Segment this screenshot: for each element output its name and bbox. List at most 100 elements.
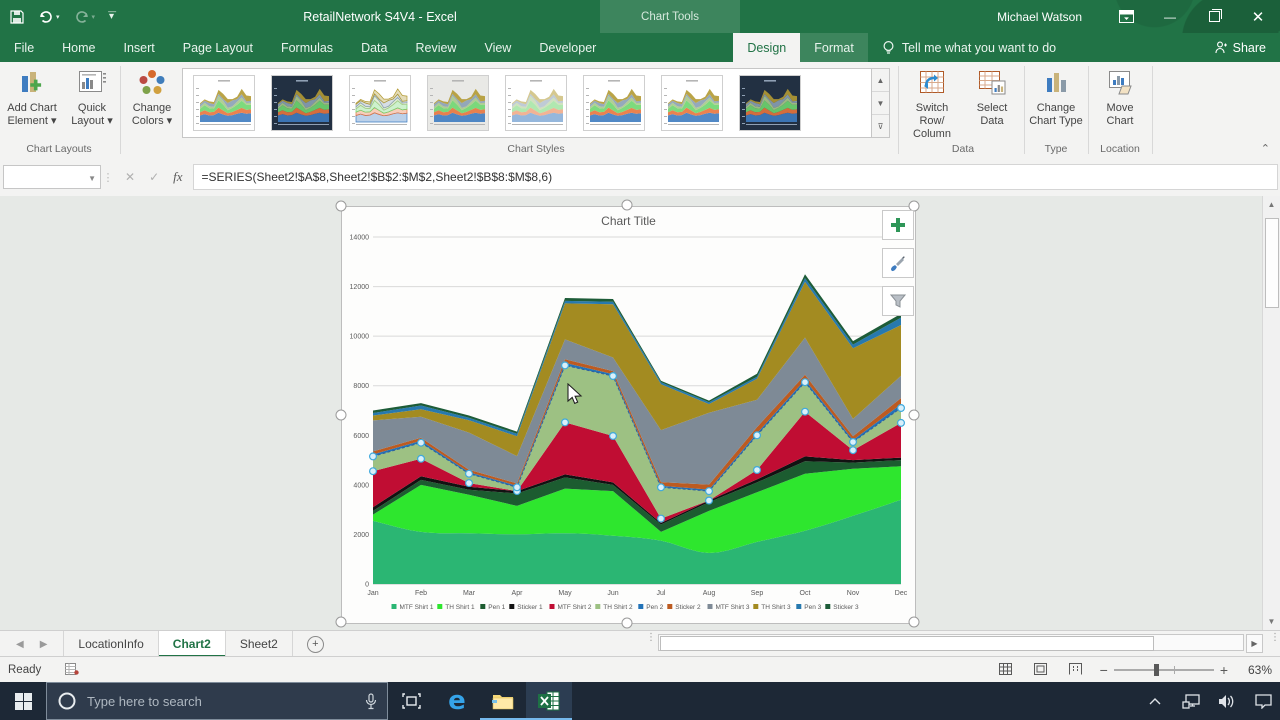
- add-chart-element-button[interactable]: Add Chart Element ▾: [2, 62, 62, 128]
- taskbar-search-box[interactable]: Type here to search: [46, 682, 388, 720]
- page-layout-view-button[interactable]: [1034, 663, 1047, 678]
- action-center-icon[interactable]: [1252, 694, 1274, 709]
- gallery-more-button[interactable]: ⊽: [872, 115, 889, 137]
- zoom-slider[interactable]: [1114, 669, 1214, 671]
- sheet-tab-chart2[interactable]: Chart2: [159, 631, 226, 657]
- system-tray: [1144, 682, 1274, 720]
- file-explorer-button[interactable]: [480, 682, 526, 720]
- chart-style-2[interactable]: [271, 75, 333, 131]
- formula-input[interactable]: =SERIES(Sheet2!$A$8,Sheet2!$B$2:$M$2,She…: [193, 164, 1278, 190]
- tell-me-box[interactable]: Tell me what you want to do: [882, 33, 1056, 62]
- hidden-icons-chevron[interactable]: [1144, 697, 1166, 705]
- quick-layout-button[interactable]: Quick Layout ▾: [62, 62, 122, 128]
- new-sheet-button[interactable]: +: [293, 631, 338, 657]
- chart-style-6[interactable]: [583, 75, 645, 131]
- zoom-in-button[interactable]: +: [1220, 662, 1228, 678]
- chart-style-7[interactable]: [661, 75, 723, 131]
- chart-layouts-group: Add Chart Element ▾ Quick Layout ▾: [2, 62, 122, 142]
- vertical-scrollbar[interactable]: ▲ ▼: [1262, 196, 1280, 630]
- ribbon-tab-view[interactable]: View: [470, 33, 525, 62]
- user-name[interactable]: Michael Watson: [997, 10, 1082, 24]
- customize-qat-button[interactable]: ▾—: [109, 11, 123, 22]
- save-button[interactable]: [10, 10, 24, 24]
- sheet-nav-left[interactable]: ◀: [16, 639, 24, 650]
- ribbon-tab-home[interactable]: Home: [48, 33, 109, 62]
- scroll-down-arrow[interactable]: ▼: [1263, 613, 1280, 630]
- insert-function-button[interactable]: fx: [173, 169, 182, 185]
- ribbon-tab-data[interactable]: Data: [347, 33, 401, 62]
- chart-selection-handle[interactable]: [622, 618, 633, 629]
- normal-view-button[interactable]: [999, 663, 1012, 678]
- sheet-nav-right[interactable]: ▶: [40, 639, 48, 650]
- gallery-scroll-down[interactable]: ▼: [872, 92, 889, 115]
- ribbon-tab-file[interactable]: File: [0, 33, 48, 62]
- close-button[interactable]: ✕: [1236, 0, 1280, 33]
- chart-style-1[interactable]: [193, 75, 255, 131]
- excel-window: ▾ ▾ ▾— RetailNetwork S4V4 - Excel Chart …: [0, 0, 1280, 720]
- zoom-out-button[interactable]: −: [1100, 662, 1108, 678]
- sheet-tab-locationinfo[interactable]: LocationInfo: [63, 631, 158, 657]
- select-data-button[interactable]: Select Data: [962, 62, 1022, 128]
- ribbon-tab-formulas[interactable]: Formulas: [267, 33, 347, 62]
- move-chart-button[interactable]: Move Chart: [1090, 62, 1150, 128]
- zoom-slider-thumb[interactable]: [1154, 664, 1159, 676]
- name-box-dropdown-icon[interactable]: ▼: [88, 174, 96, 183]
- excel-taskbar-button[interactable]: [526, 682, 572, 720]
- horizontal-scrollbar[interactable]: [658, 634, 1244, 651]
- chart-title[interactable]: Chart Title: [342, 214, 915, 228]
- volume-icon[interactable]: [1216, 694, 1238, 709]
- ribbon-tab-page-layout[interactable]: Page Layout: [169, 33, 267, 62]
- task-view-button[interactable]: [388, 682, 434, 720]
- svg-text:4000: 4000: [353, 482, 369, 489]
- cancel-formula-button[interactable]: ✕: [125, 170, 135, 184]
- share-button[interactable]: Share: [1215, 33, 1266, 62]
- switch-row-column-button[interactable]: Switch Row/ Column: [902, 62, 962, 141]
- undo-button[interactable]: ▾: [38, 10, 60, 24]
- chart-selection-handle[interactable]: [336, 201, 347, 212]
- enter-formula-button[interactable]: ✓: [149, 170, 159, 184]
- zoom-percentage[interactable]: 63%: [1238, 663, 1272, 677]
- chart-styles-button[interactable]: [882, 248, 914, 278]
- page-break-view-button[interactable]: [1069, 663, 1082, 678]
- macro-record-icon[interactable]: [65, 663, 79, 678]
- start-button[interactable]: [0, 682, 46, 720]
- chart-style-5[interactable]: [505, 75, 567, 131]
- change-chart-type-button[interactable]: Change Chart Type: [1026, 62, 1086, 128]
- sheet-tab-sheet2[interactable]: Sheet2: [226, 631, 293, 657]
- hscroll-right-arrow[interactable]: ▶: [1246, 634, 1263, 653]
- tab-split-handle-right[interactable]: ⋮: [1264, 632, 1280, 643]
- restore-button[interactable]: [1192, 0, 1236, 33]
- microphone-icon: [365, 693, 377, 710]
- chart-style-3[interactable]: [349, 75, 411, 131]
- gallery-scroll-up[interactable]: ▲: [872, 69, 889, 92]
- name-box[interactable]: ▼: [3, 165, 101, 189]
- ribbon-tab-developer[interactable]: Developer: [525, 33, 610, 62]
- chart-elements-button[interactable]: [882, 210, 914, 240]
- svg-text:Mar: Mar: [463, 590, 476, 597]
- chart-selection-handle[interactable]: [909, 410, 920, 421]
- chart-selection-handle[interactable]: [909, 617, 920, 628]
- chart-selection-handle[interactable]: [622, 200, 633, 211]
- chart-style-8[interactable]: [739, 75, 801, 131]
- svg-text:Jan: Jan: [367, 590, 378, 597]
- chart-style-4[interactable]: [427, 75, 489, 131]
- ribbon-tab-review[interactable]: Review: [401, 33, 470, 62]
- chart-selection-handle[interactable]: [336, 617, 347, 628]
- ribbon-display-options-button[interactable]: [1104, 0, 1148, 33]
- chart-selection-handle[interactable]: [336, 410, 347, 421]
- vertical-scroll-thumb[interactable]: [1265, 218, 1279, 308]
- scroll-up-arrow[interactable]: ▲: [1263, 196, 1280, 213]
- minimize-button[interactable]: —: [1148, 0, 1192, 33]
- stacked-area-chart[interactable]: 02000400060008000100001200014000JanFebMa…: [342, 207, 915, 623]
- ribbon-tab-format[interactable]: Format: [800, 33, 868, 62]
- collapse-ribbon-button[interactable]: ⌃: [1261, 142, 1270, 155]
- redo-button[interactable]: ▾: [74, 10, 96, 24]
- change-colors-button[interactable]: Change Colors ▾: [122, 62, 182, 128]
- chart-filters-button[interactable]: [882, 286, 914, 316]
- ribbon-tab-insert[interactable]: Insert: [110, 33, 169, 62]
- chart-object[interactable]: Chart Title 0200040006000800010000120001…: [341, 206, 916, 624]
- horizontal-scroll-thumb[interactable]: [660, 636, 1154, 651]
- network-icon[interactable]: [1180, 694, 1202, 709]
- edge-browser-button[interactable]: e: [434, 682, 480, 720]
- ribbon-tab-design[interactable]: Design: [733, 33, 800, 62]
